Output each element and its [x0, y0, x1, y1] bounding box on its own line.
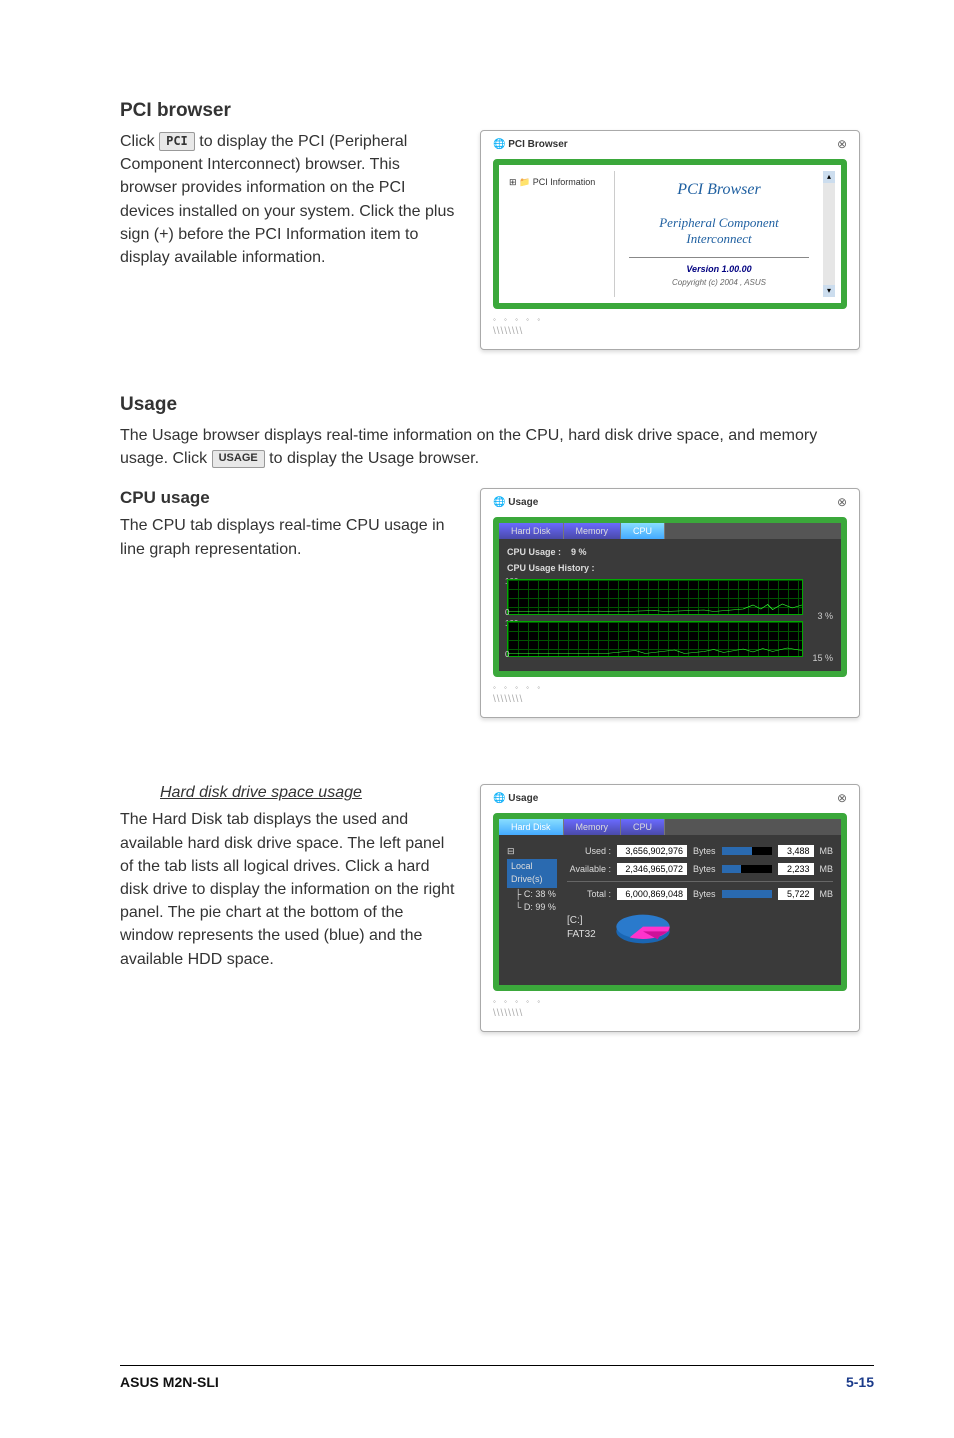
- pci-click-pre: Click: [120, 133, 159, 150]
- usage-button-icon: USAGE: [212, 450, 265, 468]
- product-name: ASUS M2N-SLI: [120, 1374, 219, 1390]
- avail-bar: [722, 865, 772, 873]
- total-mb: 5,722: [778, 888, 814, 900]
- usage-intro: The Usage browser displays real-time inf…: [120, 424, 840, 470]
- pie-drive: [C:]: [567, 914, 596, 928]
- tab-hard-disk[interactable]: Hard Disk: [499, 819, 564, 835]
- tab-bar: Hard Disk Memory CPU: [499, 523, 841, 539]
- hdd-window: 🌐 Usage ⊗ Hard Disk Memory CPU ⊟ Local D…: [480, 784, 860, 1032]
- pci-app-sub1: Peripheral Component: [619, 215, 819, 231]
- close-icon[interactable]: ⊗: [837, 137, 847, 151]
- resize-grip-icon: ◦ ◦ ◦ ◦ ◦: [493, 683, 847, 692]
- tree-root[interactable]: Local Drive(s): [507, 859, 557, 888]
- cpu-graph-1: [507, 579, 803, 615]
- pci-app-title: PCI Browser: [619, 181, 819, 199]
- scroll-up-icon[interactable]: ▴: [823, 171, 835, 183]
- tab-hard-disk[interactable]: Hard Disk: [499, 523, 564, 539]
- cpu-window: 🌐 Usage ⊗ Hard Disk Memory CPU CPU Usage…: [480, 488, 860, 718]
- tab-bar: Hard Disk Memory CPU: [499, 819, 841, 835]
- tab-memory[interactable]: Memory: [564, 819, 622, 835]
- window-hatch: \\\\\\\\: [493, 1008, 847, 1019]
- cpu-body: The CPU tab displays real-time CPU usage…: [120, 514, 460, 560]
- window-title-icon: 🌐 PCI Browser: [493, 139, 568, 150]
- scrollbar[interactable]: ▴ ▾: [823, 171, 835, 297]
- used-mb: 3,488: [778, 845, 814, 857]
- tab-memory[interactable]: Memory: [564, 523, 622, 539]
- pci-heading: PCI browser: [120, 100, 874, 122]
- scroll-down-icon[interactable]: ▾: [823, 285, 835, 297]
- cpu-heading: CPU usage: [120, 488, 460, 508]
- window-hatch: \\\\\\\\: [493, 694, 847, 705]
- tree-drive-d[interactable]: └ D: 99 %: [507, 901, 557, 915]
- total-bytes: 6,000,869,048: [617, 888, 687, 900]
- total-label: Total :: [567, 889, 611, 899]
- disk-pie-chart: [608, 908, 678, 948]
- close-icon[interactable]: ⊗: [837, 495, 847, 509]
- tab-cpu[interactable]: CPU: [621, 523, 665, 539]
- resize-grip-icon: ◦ ◦ ◦ ◦ ◦: [493, 315, 847, 324]
- pci-tree-item[interactable]: PCI Information: [533, 177, 596, 187]
- window-title-icon: 🌐 Usage: [493, 497, 538, 508]
- pci-app-sub2: Interconnect: [619, 231, 819, 247]
- page-number: 5-15: [846, 1374, 874, 1390]
- tree-collapse-icon[interactable]: ⊟: [507, 846, 515, 856]
- bytes-unit: Bytes: [693, 846, 716, 856]
- used-bytes: 3,656,902,976: [617, 845, 687, 857]
- pci-window: 🌐 PCI Browser ⊗ ⊞ 📁 PCI Information PCI …: [480, 130, 860, 350]
- hdd-link-title: Hard disk drive space usage: [160, 784, 460, 802]
- page-footer: ASUS M2N-SLI 5-15: [120, 1365, 874, 1390]
- cpu-graph1-value: 3 %: [807, 611, 833, 621]
- usage-intro-post: to display the Usage browser.: [269, 450, 479, 467]
- pci-button-icon: PCI: [159, 132, 195, 151]
- tab-cpu[interactable]: CPU: [621, 819, 665, 835]
- cpu-window-title: Usage: [508, 497, 538, 508]
- pie-fs: FAT32: [567, 928, 596, 942]
- pci-window-title: PCI Browser: [508, 139, 567, 150]
- cpu-history-label: CPU Usage History :: [507, 563, 833, 573]
- pci-copyright: Copyright (c) 2004 , ASUS: [619, 278, 819, 287]
- used-label: Used :: [567, 846, 611, 856]
- pci-body-text: to display the PCI (Peripheral Component…: [120, 133, 454, 266]
- tree-expand-icon[interactable]: ⊞ 📁: [509, 177, 530, 187]
- pci-info-pane: PCI Browser Peripheral Component Interco…: [615, 171, 823, 297]
- drive-tree: ⊟ Local Drive(s) ├ C: 38 % └ D: 99 %: [507, 845, 557, 975]
- mb-unit: MB: [820, 864, 834, 874]
- avail-label: Available :: [567, 864, 611, 874]
- tree-drive-c[interactable]: ├ C: 38 %: [507, 888, 557, 902]
- resize-grip-icon: ◦ ◦ ◦ ◦ ◦: [493, 997, 847, 1006]
- cpu-graph-2: [507, 621, 803, 657]
- pci-body: Click PCI to display the PCI (Peripheral…: [120, 130, 460, 269]
- avail-mb: 2,233: [778, 863, 814, 875]
- usage-heading: Usage: [120, 394, 874, 416]
- cpu-graph2-value: 15 %: [807, 653, 833, 663]
- bytes-unit: Bytes: [693, 864, 716, 874]
- y-axis-bottom: 0: [505, 608, 509, 617]
- hdd-body: The Hard Disk tab displays the used and …: [120, 808, 460, 970]
- cpu-usage-label: CPU Usage :: [507, 547, 561, 557]
- window-title-icon: 🌐 Usage: [493, 793, 538, 804]
- used-bar: [722, 847, 772, 855]
- cpu-usage-value: 9 %: [571, 547, 587, 557]
- hdd-window-title: Usage: [508, 793, 538, 804]
- total-bar: [722, 890, 772, 898]
- close-icon[interactable]: ⊗: [837, 791, 847, 805]
- pci-tree-pane: ⊞ 📁 PCI Information: [505, 171, 615, 297]
- mb-unit: MB: [820, 889, 834, 899]
- y-axis-bottom: 0: [505, 650, 509, 659]
- mb-unit: MB: [820, 846, 834, 856]
- pci-version: Version 1.00.00: [629, 257, 809, 274]
- bytes-unit: Bytes: [693, 889, 716, 899]
- avail-bytes: 2,346,965,072: [617, 863, 687, 875]
- window-hatch: \\\\\\\\: [493, 326, 847, 337]
